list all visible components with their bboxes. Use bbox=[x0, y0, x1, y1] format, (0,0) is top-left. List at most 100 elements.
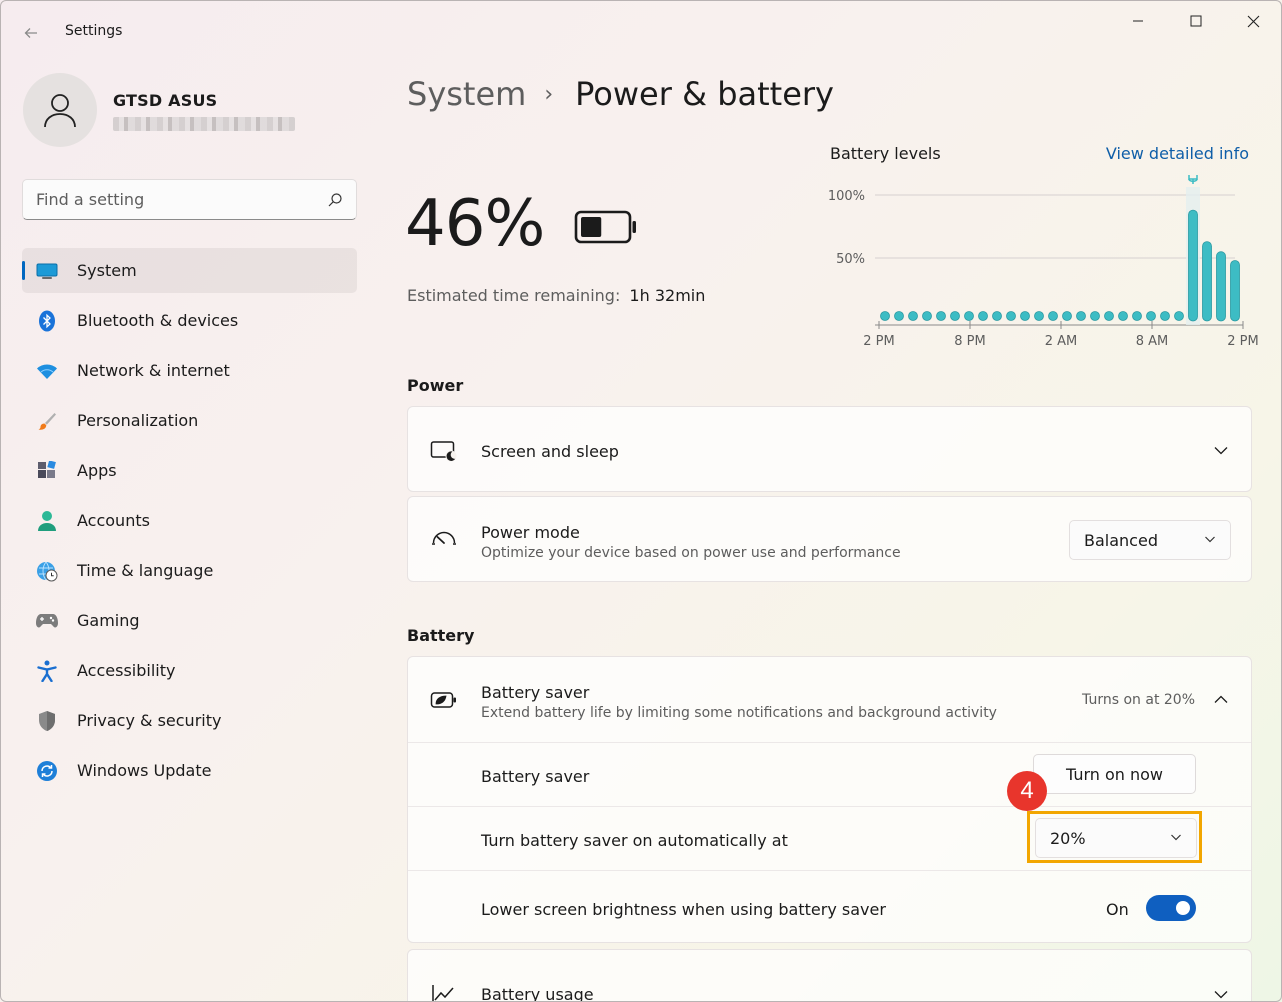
battery-usage-label: Battery usage bbox=[481, 985, 594, 1002]
estimated-time-value: 1h 32min bbox=[629, 286, 706, 305]
lower-brightness-label: Lower screen brightness when using batte… bbox=[481, 900, 886, 919]
lower-brightness-toggle[interactable] bbox=[1146, 895, 1196, 921]
step-number-badge: 4 bbox=[1007, 771, 1047, 811]
sidebar-item-label: Apps bbox=[77, 461, 117, 480]
sidebar-item-accessibility[interactable]: Accessibility bbox=[22, 648, 357, 693]
bar-empty-marker bbox=[992, 311, 1002, 321]
accessibility-icon bbox=[36, 660, 58, 682]
battery-saver-header[interactable]: Battery saver Extend battery life by lim… bbox=[408, 657, 1251, 743]
bar-empty-marker bbox=[894, 311, 904, 321]
bar-empty-marker bbox=[1132, 311, 1142, 321]
close-button[interactable] bbox=[1230, 11, 1276, 31]
power-mode-card: Power mode Optimize your device based on… bbox=[407, 496, 1252, 582]
power-section-label: Power bbox=[407, 376, 464, 395]
gamepad-icon bbox=[36, 610, 58, 632]
screen-and-sleep-card[interactable]: Screen and sleep bbox=[407, 406, 1252, 492]
chevron-down-icon[interactable] bbox=[1213, 442, 1229, 458]
x-tick-label: 8 PM bbox=[954, 334, 985, 349]
bar bbox=[1188, 209, 1198, 322]
search-input[interactable] bbox=[36, 190, 316, 209]
user-name: GTSD ASUS bbox=[113, 91, 218, 110]
breadcrumb: System › Power & battery bbox=[407, 75, 834, 113]
battery-saver-title: Battery saver bbox=[481, 683, 590, 702]
battery-icon bbox=[574, 210, 636, 244]
search-box[interactable] bbox=[22, 179, 357, 220]
bar-empty-marker bbox=[1174, 311, 1184, 321]
sidebar-item-gaming[interactable]: Gaming bbox=[22, 598, 357, 643]
avatar bbox=[23, 73, 97, 147]
title-bar: Settings bbox=[1, 1, 1281, 61]
view-detailed-info-link[interactable]: View detailed info bbox=[1106, 144, 1249, 163]
system-icon bbox=[36, 260, 58, 282]
sidebar-item-system[interactable]: System bbox=[22, 248, 357, 293]
sidebar-item-bluetooth[interactable]: Bluetooth & devices bbox=[22, 298, 357, 343]
battery-usage-card[interactable]: Battery usage bbox=[407, 949, 1252, 1002]
battery-saver-row-label: Battery saver bbox=[481, 767, 590, 786]
chart-line-icon bbox=[430, 980, 458, 1001]
search-icon[interactable] bbox=[326, 191, 344, 209]
close-icon bbox=[1247, 15, 1259, 27]
y-tick-label: 50% bbox=[836, 252, 865, 267]
battery-levels-chart: 100% 50% 2 PM 8 PM 2 AM 8 AM 2 PM bbox=[828, 175, 1259, 349]
power-mode-dropdown[interactable]: Balanced bbox=[1069, 520, 1231, 560]
power-mode-description: Optimize your device based on power use … bbox=[481, 545, 901, 561]
bar-empty-marker bbox=[1146, 311, 1156, 321]
globe-clock-icon bbox=[36, 560, 58, 582]
bar bbox=[1230, 260, 1240, 322]
sidebar-item-network[interactable]: Network & internet bbox=[22, 348, 357, 393]
sidebar-nav: System Bluetooth & devices Network & int… bbox=[22, 248, 357, 798]
power-mode-label: Power mode bbox=[481, 523, 580, 542]
chevron-up-icon[interactable] bbox=[1213, 691, 1229, 707]
bar-empty-marker bbox=[950, 311, 960, 321]
back-arrow-icon bbox=[24, 28, 37, 38]
settings-window: Settings GTSD ASUS System bbox=[0, 0, 1282, 1002]
battery-saver-card: Battery saver Extend battery life by lim… bbox=[407, 656, 1252, 943]
sidebar-item-label: Privacy & security bbox=[77, 711, 222, 730]
bar-empty-marker bbox=[922, 311, 932, 321]
sidebar-item-personalization[interactable]: Personalization bbox=[22, 398, 357, 443]
bar bbox=[1216, 251, 1226, 322]
turn-on-now-button[interactable]: Turn on now bbox=[1033, 754, 1196, 794]
sidebar-item-apps[interactable]: Apps bbox=[22, 448, 357, 493]
apps-icon bbox=[36, 460, 58, 482]
x-tick-label: 2 PM bbox=[1227, 334, 1258, 349]
breadcrumb-parent-link[interactable]: System bbox=[407, 75, 526, 113]
maximize-button[interactable] bbox=[1173, 11, 1219, 31]
sidebar-item-privacy[interactable]: Privacy & security bbox=[22, 698, 357, 743]
bar-empty-marker bbox=[978, 311, 988, 321]
sidebar-item-label: Accessibility bbox=[77, 661, 176, 680]
person-icon bbox=[44, 94, 76, 128]
breadcrumb-separator: › bbox=[544, 81, 554, 107]
sidebar-item-label: Network & internet bbox=[77, 361, 230, 380]
sidebar-item-time-language[interactable]: Time & language bbox=[22, 548, 357, 593]
sidebar-item-accounts[interactable]: Accounts bbox=[22, 498, 357, 543]
app-title: Settings bbox=[65, 23, 123, 39]
bar-empty-marker bbox=[1020, 311, 1030, 321]
sidebar-item-windows-update[interactable]: Windows Update bbox=[22, 748, 357, 793]
chevron-down-icon[interactable] bbox=[1213, 986, 1229, 1001]
bar-empty-marker bbox=[880, 311, 890, 321]
screen-sleep-icon bbox=[430, 437, 458, 465]
estimated-time-label: Estimated time remaining: bbox=[407, 286, 621, 305]
bar-empty-marker bbox=[1160, 311, 1170, 321]
battery-percentage: 46% bbox=[405, 187, 545, 261]
screen-and-sleep-label: Screen and sleep bbox=[481, 442, 619, 461]
lower-brightness-row: Lower screen brightness when using batte… bbox=[408, 870, 1251, 943]
sidebar-item-label: Time & language bbox=[77, 561, 214, 580]
bluetooth-icon bbox=[36, 310, 58, 332]
bar-empty-marker bbox=[1118, 311, 1128, 321]
gauge-icon bbox=[430, 525, 458, 553]
estimated-time-remaining: Estimated time remaining: 1h 32min bbox=[407, 286, 705, 305]
x-tick-label: 8 AM bbox=[1136, 334, 1169, 349]
bar-empty-marker bbox=[1006, 311, 1016, 321]
battery-saver-icon bbox=[430, 686, 458, 714]
bar bbox=[1202, 241, 1212, 322]
toggle-knob bbox=[1176, 901, 1190, 915]
minimize-button[interactable] bbox=[1115, 11, 1161, 31]
brush-icon bbox=[36, 410, 58, 432]
back-button[interactable] bbox=[19, 21, 43, 45]
y-tick-label: 100% bbox=[828, 189, 865, 204]
sidebar-item-label: System bbox=[77, 261, 137, 280]
user-email-redacted bbox=[113, 117, 295, 131]
bar-empty-marker bbox=[964, 311, 974, 321]
